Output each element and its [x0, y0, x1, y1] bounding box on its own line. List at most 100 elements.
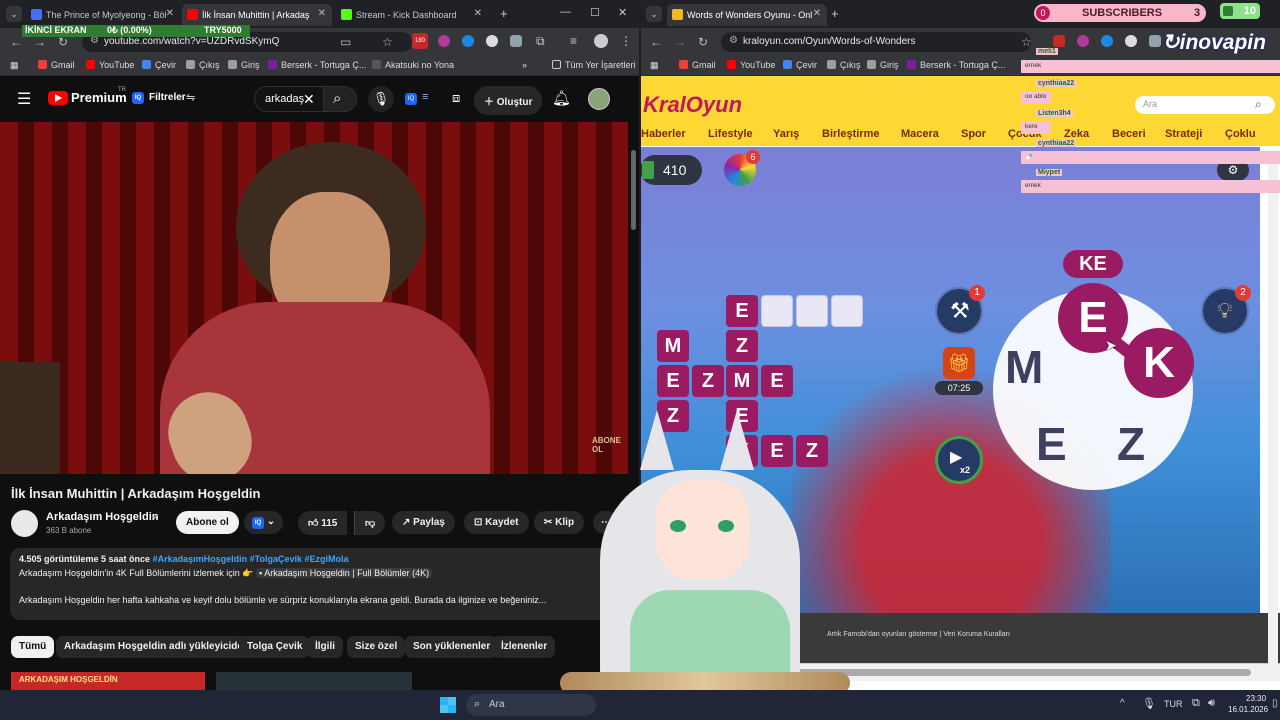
bookmark-cevir[interactable]: Çevir: [142, 60, 176, 70]
reload-icon[interactable]: ↻: [698, 35, 708, 49]
chip-all[interactable]: Tümü: [11, 636, 55, 658]
bookmark-giris[interactable]: Giriş: [228, 60, 260, 70]
chip-for-you[interactable]: Size özel: [347, 636, 406, 658]
clock-date[interactable]: 16.01.2026: [1228, 705, 1268, 714]
category-link[interactable]: Spor: [961, 128, 986, 140]
bookmark-berserk[interactable]: Berserk - Tortuga Ç...: [268, 60, 366, 70]
network-icon[interactable]: ⧉: [1192, 697, 1200, 710]
profile-avatar[interactable]: [594, 34, 608, 48]
category-link[interactable]: Haberler: [641, 128, 686, 140]
forward-icon[interactable]: →: [674, 35, 686, 49]
gift-timer-button[interactable]: 🎁︎ 07:25: [935, 347, 983, 397]
notifications-bell-icon[interactable]: 🔔︎: [552, 89, 571, 107]
all-bookmarks-folder[interactable]: Tüm Yer İşaretleri: [552, 60, 636, 70]
iq-extension-icon[interactable]: IQ: [405, 93, 417, 105]
wheel-letter-selected[interactable]: K: [1124, 328, 1194, 398]
bookmark-giris[interactable]: Giriş: [867, 60, 899, 70]
like-button[interactable]: 👍︎ 115: [298, 511, 348, 535]
extension-icon[interactable]: [438, 35, 450, 47]
filters-button[interactable]: Filtreler: [149, 92, 186, 103]
bookmark-cikis[interactable]: Çıkış: [827, 60, 861, 70]
wheel-letter-selected[interactable]: E: [1058, 283, 1128, 353]
new-tab-button[interactable]: +: [831, 6, 839, 21]
search-input[interactable]: arkadaş ✕: [254, 86, 324, 112]
tab-search-button[interactable]: ⌄: [6, 6, 22, 22]
share-button[interactable]: ↗ Paylaş: [392, 511, 455, 534]
crossword-letter-cell[interactable]: M: [726, 365, 758, 397]
clear-search-icon[interactable]: ✕: [303, 91, 315, 108]
tab-kick-dashboard[interactable]: Stream - Kick Dashboard ✕: [336, 4, 488, 26]
bookmark-gmail[interactable]: Gmail: [38, 60, 75, 70]
microphone-icon[interactable]: 🎙: [368, 86, 394, 112]
dislike-button[interactable]: 👎︎: [354, 511, 386, 535]
crossword-letter-cell[interactable]: Z: [692, 365, 724, 397]
subscribe-button[interactable]: Abone ol: [176, 511, 239, 534]
recommended-thumbnail[interactable]: [216, 672, 412, 690]
playlist-link[interactable]: ▪ Arkadaşım Hoşgeldin | Full Bölümler (4…: [256, 568, 433, 578]
maximize-button[interactable]: ☐: [590, 6, 600, 19]
footer-links[interactable]: Artık Famobi'dan oyunları gösterme | Ver…: [827, 631, 1010, 638]
tab-words-of-wonders[interactable]: Words of Wonders Oyunu - Onl ✕: [667, 4, 827, 26]
crossword-empty-cell[interactable]: [796, 295, 828, 327]
site-info-icon[interactable]: ⚙: [729, 35, 738, 46]
category-link[interactable]: Zeka: [1064, 128, 1089, 140]
site-search-input[interactable]: Ara ⌕: [1135, 96, 1275, 114]
bookmark-youtube[interactable]: YouTube: [727, 60, 775, 70]
page-scrollbar[interactable]: [631, 150, 636, 230]
category-link[interactable]: Çoklu: [1225, 128, 1256, 140]
extension-icon[interactable]: [1053, 35, 1065, 47]
notification-icon[interactable]: ▯: [1272, 698, 1278, 709]
search-button[interactable]: ⌕: [323, 86, 357, 112]
bookmark-star-icon[interactable]: ☆: [382, 35, 393, 49]
vertical-scrollbar[interactable]: [1268, 150, 1278, 670]
apps-grid-icon[interactable]: ▦: [10, 60, 19, 71]
crossword-letter-cell[interactable]: E: [761, 365, 793, 397]
crossword-letter-cell[interactable]: Z: [726, 330, 758, 362]
minimize-button[interactable]: —: [560, 6, 571, 18]
clock-time[interactable]: 23:30: [1246, 694, 1266, 703]
extension-icon[interactable]: [486, 35, 498, 47]
cast-icon[interactable]: ▭: [340, 35, 351, 49]
bookmark-youtube[interactable]: YouTube: [86, 60, 134, 70]
tab-youtube-video[interactable]: İlk İnsan Muhittin | Arkadaş ✕: [182, 4, 332, 26]
wheel-letter[interactable]: Z: [1117, 417, 1145, 471]
url-field[interactable]: ⚙ kraloyun.com/Oyun/Words-of-Wonders: [721, 32, 1031, 52]
cast-screen-icon[interactable]: ⧈: [452, 90, 460, 106]
tab-search-button[interactable]: ⌄: [646, 6, 662, 22]
microphone-icon[interactable]: 🎙: [1142, 697, 1156, 710]
sort-lines-icon[interactable]: ≡: [422, 91, 428, 103]
video-reward-button[interactable]: ▶ x2: [935, 436, 983, 484]
bookmark-cikis[interactable]: Çıkış: [186, 60, 220, 70]
extensions-puzzle-icon[interactable]: ⧉: [536, 34, 545, 49]
save-button[interactable]: ⊡ Kaydet: [464, 511, 529, 534]
input-language[interactable]: TUR: [1164, 699, 1183, 709]
chip-recent[interactable]: Son yüklenenler: [405, 636, 499, 658]
category-link[interactable]: Strateji: [1165, 128, 1202, 140]
account-avatar[interactable]: [588, 88, 610, 110]
tab-prince-myolyeong[interactable]: The Prince of Myolyeong - Böl ✕: [26, 4, 180, 26]
bookmark-cevir[interactable]: Çevir: [783, 60, 817, 70]
category-link[interactable]: Yarış: [773, 128, 799, 140]
bookmark-berserk[interactable]: Berserk - Tortuga Ç...: [907, 60, 1005, 70]
close-icon[interactable]: ✕: [474, 8, 482, 19]
wheel-letter[interactable]: M: [1005, 340, 1043, 394]
back-icon[interactable]: ←: [10, 35, 22, 49]
hamburger-menu-icon[interactable]: ☰: [17, 89, 31, 109]
lucky-wheel-button[interactable]: 6: [724, 150, 760, 186]
menu-kebab-icon[interactable]: ⋮: [620, 34, 632, 48]
hashtags[interactable]: #ArkadaşımHoşgeldin #TolgaÇevik #EzgiMol…: [153, 554, 349, 564]
bookmark-akatsuki[interactable]: Akatsuki no Yona: [372, 60, 454, 70]
chip-tolga-cevik[interactable]: Tolga Çevik: [239, 636, 311, 658]
wheel-letter[interactable]: E: [1036, 417, 1067, 471]
extension-icon[interactable]: [1149, 35, 1161, 47]
youtube-logo-icon[interactable]: [48, 91, 68, 105]
iq-extension-icon[interactable]: IQ: [132, 92, 144, 104]
search-icon[interactable]: ⌕: [1255, 97, 1262, 112]
chip-from-uploader[interactable]: Arkadaşım Hoşgeldin adlı yükleyiciden: [56, 636, 258, 658]
extension-icon[interactable]: [1125, 35, 1137, 47]
chip-watched[interactable]: İzlenenler: [493, 636, 556, 658]
video-player[interactable]: ABONE OL: [0, 122, 628, 474]
category-link[interactable]: Macera: [901, 128, 939, 140]
hammer-booster-button[interactable]: ⚒ 1: [935, 285, 985, 335]
extension-icon[interactable]: [1077, 35, 1089, 47]
